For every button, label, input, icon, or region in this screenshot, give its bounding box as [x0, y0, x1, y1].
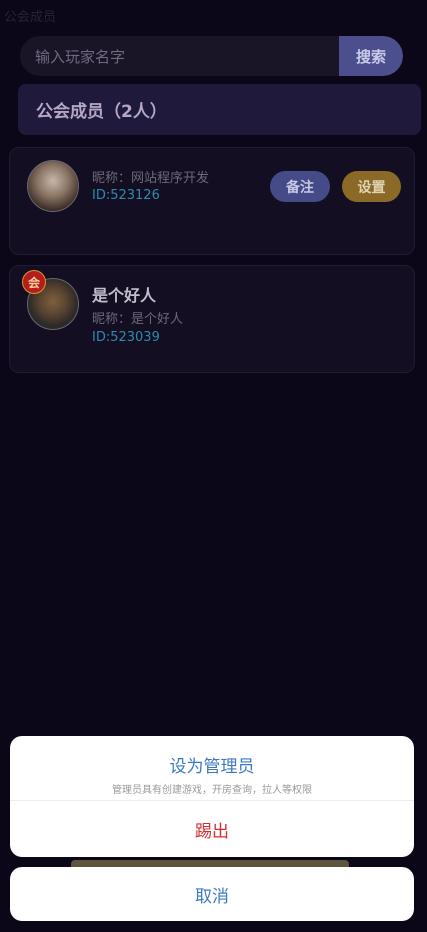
- cancel-button[interactable]: 取消: [10, 867, 414, 921]
- member-name: 是个好人: [92, 286, 157, 305]
- member-nickname: 昵称：是个好人: [92, 312, 184, 327]
- set-admin-option[interactable]: 设为管理员 管理员具有创建游戏，开房查询，拉人等权限: [10, 736, 414, 801]
- member-id: ID:523126: [92, 188, 160, 203]
- action-sheet: 设为管理员 管理员具有创建游戏，开房查询，拉人等权限 踢出: [10, 736, 414, 857]
- settings-button[interactable]: 设置: [342, 171, 401, 202]
- member-card: 昵称：网站程序开发 ID:523126 备注 设置: [9, 147, 415, 255]
- kick-option[interactable]: 踢出: [10, 801, 414, 857]
- section-header-title: 公会成员（2人）: [36, 102, 167, 122]
- guild-badge-icon: 会: [22, 270, 46, 294]
- set-admin-description: 管理员具有创建游戏，开房查询，拉人等权限: [112, 785, 312, 796]
- page-title: 公会成员: [4, 10, 57, 25]
- set-admin-label: 设为管理员: [169, 757, 255, 777]
- search-bar: 搜索: [20, 36, 403, 76]
- member-id: ID:523039: [92, 330, 160, 345]
- member-card: 会 是个好人 昵称：是个好人 ID:523039: [9, 265, 415, 373]
- note-button[interactable]: 备注: [270, 171, 330, 202]
- search-input[interactable]: [20, 36, 355, 76]
- avatar: [27, 160, 79, 212]
- search-button[interactable]: 搜索: [339, 36, 403, 76]
- member-nickname: 昵称：网站程序开发: [92, 171, 210, 186]
- section-header: 公会成员（2人）: [18, 84, 421, 135]
